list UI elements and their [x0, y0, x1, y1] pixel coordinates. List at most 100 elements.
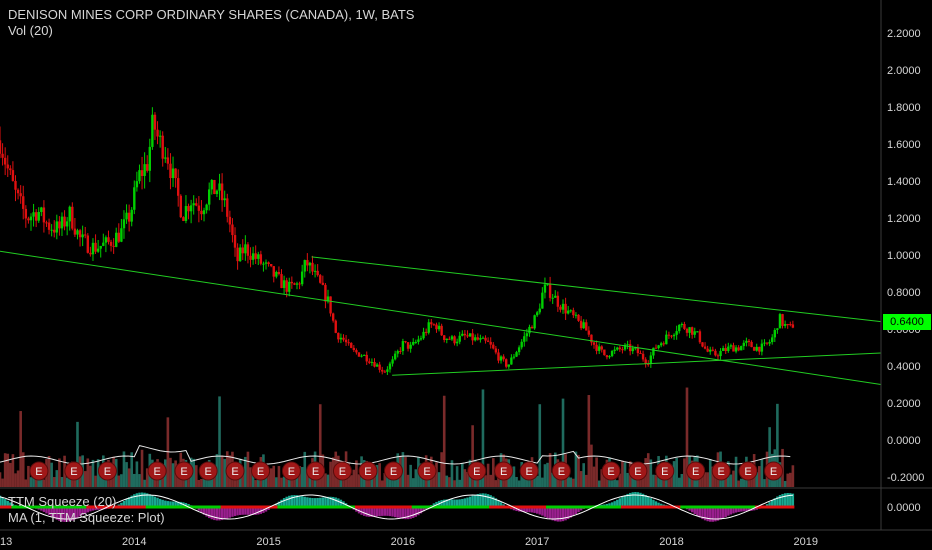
candle-body: [716, 355, 720, 357]
squeeze-dot: [577, 505, 581, 509]
volume-bar: [442, 395, 446, 487]
candle-body: [71, 206, 74, 229]
candle-body: [535, 312, 539, 316]
squeeze-bar: [409, 507, 412, 519]
price-axis-tick: 0.0000: [887, 435, 921, 447]
candle-body: [295, 283, 299, 285]
candle-body: [300, 271, 304, 285]
price-chart[interactable]: E E E E E E E E E E E E E E E E E E E E E E E E E 2.2000 2.0000 1.…: [0, 0, 932, 550]
volume-bar: [760, 459, 764, 487]
squeeze-dot: [256, 505, 260, 509]
candle-body: [342, 337, 345, 340]
candle-body: [112, 245, 115, 247]
candle-body: [3, 157, 7, 165]
squeeze-dot: [496, 505, 500, 509]
candle-body: [626, 344, 629, 346]
candle-body: [11, 170, 15, 181]
candle-body: [337, 332, 340, 340]
candle-body: [755, 346, 758, 351]
squeeze-bar: [396, 507, 399, 518]
squeeze-bar: [474, 494, 477, 507]
candle-body: [42, 207, 46, 223]
candle-body: [585, 322, 588, 331]
squeeze-dot: [230, 505, 234, 509]
squeeze-dot: [680, 505, 684, 509]
candle-body: [698, 331, 702, 343]
squeeze-dot: [551, 505, 555, 509]
squeeze-dot: [685, 505, 689, 509]
squeeze-dot: [380, 505, 384, 509]
candle-body: [773, 329, 777, 338]
candle-body: [427, 322, 430, 333]
squeeze-bar: [721, 507, 725, 519]
squeeze-dot: [285, 505, 289, 509]
candle-body: [783, 324, 787, 326]
volume-bar: [572, 478, 575, 487]
squeeze-dot: [494, 505, 498, 509]
candle-body: [388, 363, 392, 370]
candle-body: [628, 344, 632, 352]
volume-bar: [489, 474, 493, 487]
volume-bar: [577, 454, 580, 487]
volume-bar: [541, 477, 544, 487]
squeeze-dot: [700, 505, 704, 509]
candle-body: [791, 324, 795, 328]
volume-bar: [143, 479, 146, 487]
candle-body: [613, 349, 616, 352]
candle-body: [249, 255, 252, 260]
time-axis-tick: 2018: [659, 536, 683, 548]
candle-body: [120, 228, 123, 242]
candle-body: [727, 346, 730, 352]
candle-body: [435, 324, 438, 330]
squeeze-bar: [634, 492, 637, 507]
candle-body: [357, 352, 361, 357]
volume-bar: [122, 451, 126, 487]
candle-body: [94, 242, 97, 252]
candle-body: [512, 356, 516, 358]
volume-bar: [683, 458, 686, 487]
candle-body: [45, 222, 48, 224]
volume-bar: [125, 462, 128, 487]
volume-bar: [786, 473, 790, 487]
candle-body: [515, 352, 518, 357]
squeeze-dot: [791, 505, 795, 509]
squeeze-dot: [548, 505, 552, 509]
squeeze-dot: [569, 505, 573, 509]
candle-body: [419, 338, 423, 340]
volume-bar: [200, 478, 203, 487]
volume-bar: [652, 474, 655, 487]
volume-bar: [29, 477, 33, 487]
squeeze-dot: [416, 505, 420, 509]
candle-body: [331, 313, 335, 321]
candle-body: [763, 342, 766, 344]
candle-body: [107, 237, 110, 242]
volume-bar: [758, 466, 761, 487]
squeeze-dot: [125, 505, 129, 509]
candle-body: [133, 187, 136, 210]
price-axis-tick: 1.8000: [887, 102, 921, 114]
price-axis-tick: 0.8000: [887, 287, 921, 299]
volume-bar: [19, 411, 22, 487]
squeeze-dot: [388, 505, 392, 509]
volume-bar: [453, 480, 456, 487]
candle-body: [414, 341, 418, 343]
volume-bar: [223, 458, 226, 487]
earnings-marker-label: E: [634, 466, 641, 478]
squeeze-dot: [127, 505, 131, 509]
candle-body: [538, 308, 541, 313]
ttm-squeeze-legend: TTM Squeeze (20): [8, 494, 117, 509]
volume-bar: [440, 452, 443, 487]
squeeze-bar: [215, 507, 219, 521]
squeeze-dot: [602, 505, 606, 509]
candle-body: [430, 322, 433, 325]
candle-body: [316, 270, 319, 276]
squeeze-dot: [540, 505, 544, 509]
candle-body: [453, 336, 456, 344]
squeeze-dot: [626, 505, 630, 509]
squeeze-bar: [300, 496, 304, 507]
squeeze-bar: [486, 494, 490, 507]
squeeze-bar: [228, 507, 232, 518]
candle-body: [484, 337, 487, 341]
price-axis-tick: 2.0000: [887, 65, 921, 77]
candle-body: [659, 343, 663, 346]
